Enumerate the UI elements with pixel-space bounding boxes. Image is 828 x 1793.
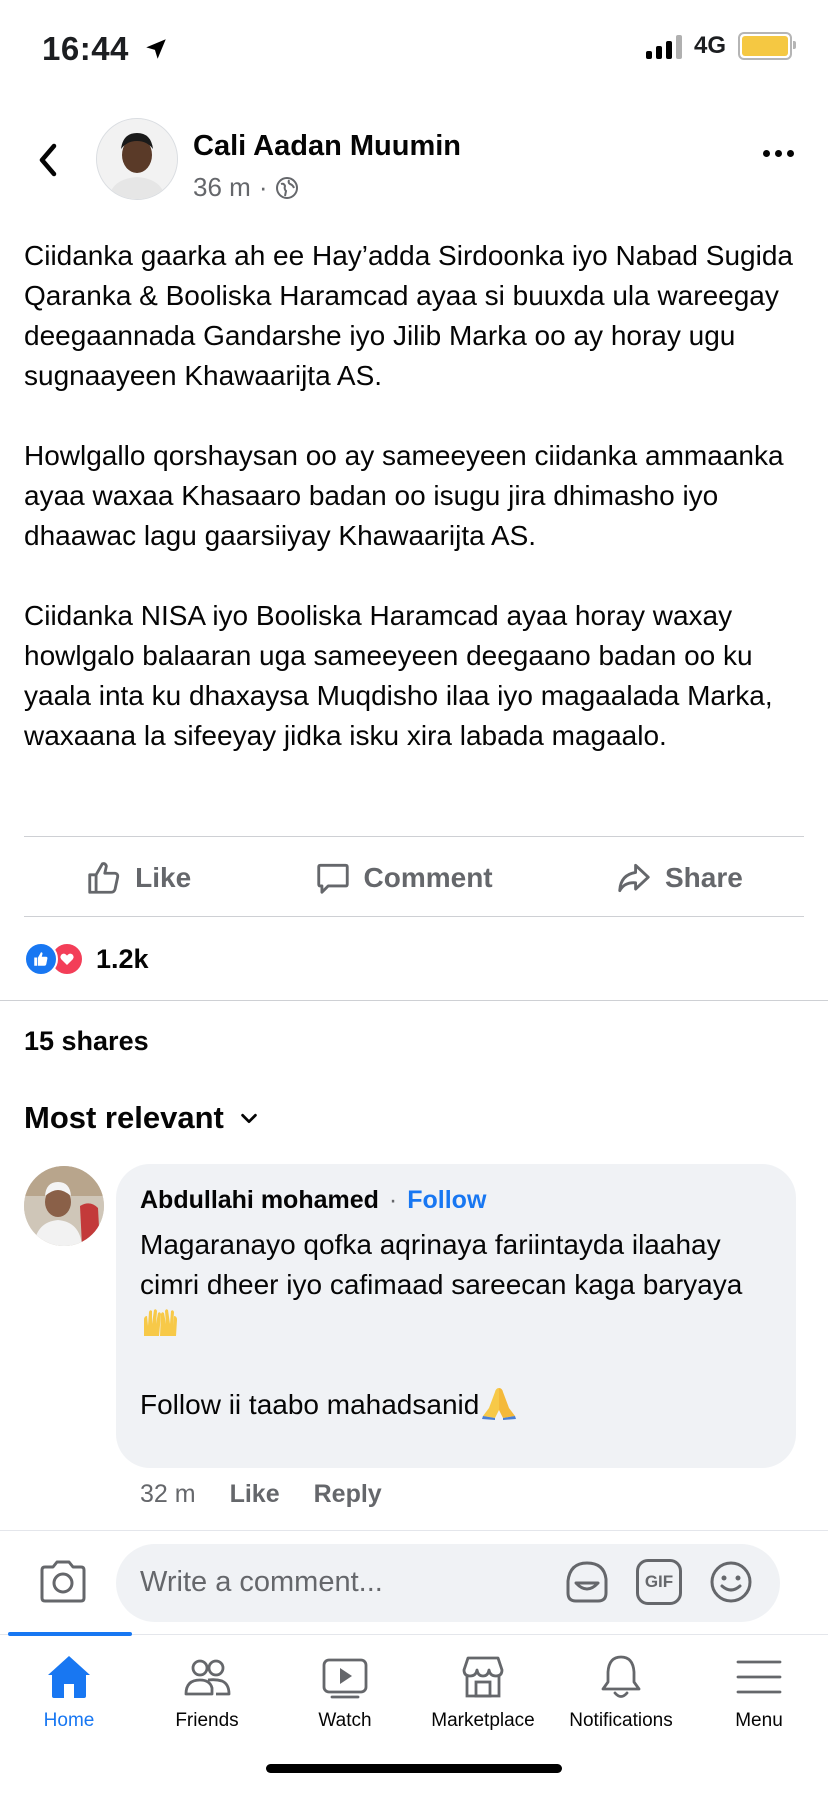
tab-label: Notifications bbox=[569, 1710, 673, 1731]
chevron-down-icon bbox=[241, 1113, 257, 1124]
location-arrow-icon bbox=[145, 39, 166, 59]
bell-icon bbox=[601, 1655, 641, 1698]
comment-like-button[interactable]: Like bbox=[230, 1480, 280, 1509]
comment-header: Abdullahi mohamed · Follow bbox=[140, 1186, 772, 1215]
author-avatar[interactable] bbox=[96, 118, 178, 200]
tab-menu[interactable]: Menu bbox=[690, 1650, 828, 1732]
comment-reply-button[interactable]: Reply bbox=[314, 1480, 382, 1509]
back-arrow-icon[interactable] bbox=[30, 138, 66, 182]
share-label: Share bbox=[664, 862, 743, 893]
post-paragraph: Howlgallo qorshaysan oo ay sameeyeen cii… bbox=[24, 440, 784, 551]
commenter-avatar-image bbox=[24, 1166, 104, 1246]
commenter-avatar[interactable] bbox=[24, 1166, 104, 1246]
share-icon bbox=[618, 863, 650, 893]
comment-text: Magaranayo qofka aqrinaya fariintayda il… bbox=[140, 1225, 772, 1425]
tab-marketplace[interactable]: Marketplace bbox=[414, 1650, 552, 1732]
tab-friends[interactable]: Friends bbox=[138, 1650, 276, 1732]
post-time: 36 m bbox=[193, 172, 251, 202]
camera-icon[interactable] bbox=[38, 1558, 88, 1604]
comment-separator: · bbox=[388, 1186, 398, 1214]
friends-icon bbox=[184, 1659, 231, 1696]
post-meta: 36 m · bbox=[193, 172, 299, 203]
signal-icon bbox=[645, 33, 682, 59]
network-label: 4G bbox=[693, 32, 726, 59]
post-paragraph: Ciidanka NISA iyo Booliska Haramcad ayaa… bbox=[24, 600, 773, 751]
tab-home[interactable]: Home bbox=[0, 1650, 138, 1732]
tab-watch[interactable]: Watch bbox=[276, 1650, 414, 1732]
time-text: 16:44 bbox=[42, 30, 129, 67]
tab-label: Marketplace bbox=[431, 1710, 535, 1731]
avatar-sticker-icon[interactable] bbox=[564, 1559, 610, 1605]
divider bbox=[0, 1000, 828, 1001]
emoji-icon[interactable] bbox=[708, 1559, 754, 1605]
author-name[interactable]: Cali Aadan Muumin bbox=[193, 130, 461, 163]
home-icon bbox=[48, 1656, 90, 1698]
watch-icon bbox=[322, 1658, 368, 1699]
tab-notifications[interactable]: Notifications bbox=[552, 1650, 690, 1732]
raising-hands-icon bbox=[144, 1309, 177, 1336]
comment-placeholder: Write a comment... bbox=[140, 1566, 383, 1598]
shares-count[interactable]: 15 shares bbox=[24, 1026, 149, 1057]
thumbs-up-icon bbox=[88, 862, 120, 894]
avatar-image bbox=[97, 119, 177, 199]
status-indicators: 4G bbox=[645, 32, 796, 60]
globe-icon bbox=[276, 176, 299, 199]
comment-button[interactable]: Comment bbox=[314, 859, 493, 897]
post-text: Ciidanka gaarka ah ee Hay’adda Sirdoonka… bbox=[24, 236, 804, 796]
sort-label: Most relevant bbox=[24, 1100, 224, 1135]
comment-line: Magaranayo qofka aqrinaya fariintayda il… bbox=[140, 1225, 772, 1345]
marketplace-icon bbox=[462, 1656, 504, 1698]
folded-hands-icon bbox=[482, 1388, 517, 1420]
comment-sort-dropdown[interactable]: Most relevant bbox=[24, 1100, 260, 1136]
commenter-name[interactable]: Abdullahi mohamed bbox=[140, 1186, 379, 1215]
home-indicator bbox=[266, 1764, 562, 1773]
like-button[interactable]: Like bbox=[85, 859, 191, 897]
battery-icon bbox=[738, 32, 796, 60]
comment-line-text: Magaranayo qofka aqrinaya fariintayda il… bbox=[140, 1229, 743, 1300]
tab-label: Menu bbox=[735, 1710, 783, 1731]
reactions-count: 1.2k bbox=[96, 943, 149, 974]
comment-line-text: Follow ii taabo mahadsanid bbox=[140, 1389, 480, 1420]
like-reaction-icon bbox=[24, 942, 58, 976]
post-paragraph: Ciidanka gaarka ah ee Hay’adda Sirdoonka… bbox=[24, 240, 793, 391]
gif-icon[interactable]: GIF bbox=[636, 1559, 682, 1605]
comment-line: Follow ii taabo mahadsanid bbox=[140, 1385, 772, 1425]
follow-link[interactable]: Follow bbox=[407, 1186, 486, 1215]
tab-label: Home bbox=[43, 1710, 95, 1731]
menu-icon bbox=[736, 1660, 782, 1694]
comment-label: Comment bbox=[363, 862, 493, 893]
status-time: 16:44 bbox=[42, 30, 169, 68]
meta-separator: · bbox=[258, 172, 268, 202]
post-actions: Like Comment Share bbox=[24, 838, 804, 918]
more-options-icon[interactable] bbox=[763, 150, 794, 157]
reactions-summary[interactable]: 1.2k bbox=[24, 942, 149, 976]
share-button[interactable]: Share bbox=[615, 859, 743, 897]
comment-icon bbox=[316, 863, 349, 894]
comment-meta: 32 m Like Reply bbox=[140, 1480, 382, 1509]
like-label: Like bbox=[135, 862, 192, 893]
comment-bubble: Abdullahi mohamed · Follow Magaranayo qo… bbox=[116, 1164, 796, 1468]
tab-label: Watch bbox=[318, 1710, 372, 1731]
active-tab-indicator bbox=[8, 1632, 132, 1636]
divider bbox=[24, 836, 804, 837]
divider bbox=[24, 916, 804, 917]
tab-label: Friends bbox=[175, 1710, 239, 1731]
comment-time: 32 m bbox=[140, 1480, 196, 1508]
